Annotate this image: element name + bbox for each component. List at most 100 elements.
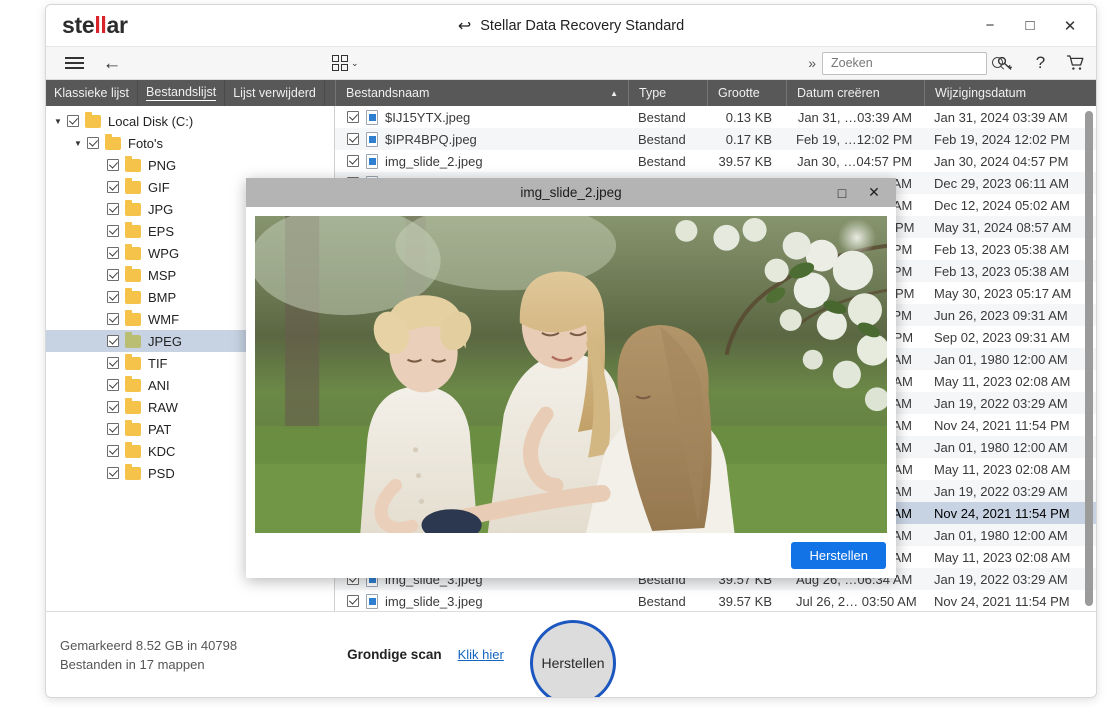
tree-item-png[interactable]: PNG bbox=[46, 154, 334, 176]
tree-item-label: PSD bbox=[148, 465, 175, 481]
tree-item-checkbox[interactable] bbox=[107, 291, 119, 303]
dialog-close-button[interactable]: ✕ bbox=[858, 178, 890, 207]
file-created-cell: Jul 26, 2… 03:50 AM bbox=[796, 593, 917, 609]
folder-icon bbox=[125, 243, 141, 260]
tab-bestandslijst[interactable]: Bestandslijst bbox=[138, 80, 226, 106]
dialog-recover-button[interactable]: Herstellen bbox=[791, 542, 886, 569]
search-box[interactable] bbox=[822, 51, 1003, 75]
folder-icon bbox=[125, 309, 141, 326]
file-checkbox[interactable] bbox=[347, 133, 359, 145]
tree-item-checkbox[interactable] bbox=[107, 335, 119, 347]
image-preview-dialog: img_slide_2.jpeg □ ✕ Herstellen bbox=[246, 178, 896, 578]
file-list-scrollbar[interactable] bbox=[1085, 108, 1093, 613]
close-button[interactable]: ✕ bbox=[1050, 9, 1090, 43]
folder-icon bbox=[125, 221, 141, 238]
file-checkbox[interactable] bbox=[347, 595, 359, 607]
table-row[interactable]: img_slide_3.jpeg Bestand 39.57 KB Jul 26, 2… bbox=[335, 590, 1096, 612]
file-checkbox[interactable] bbox=[347, 155, 359, 167]
tree-item-local-disk-c[interactable]: ▼ Local Disk (C:) bbox=[46, 110, 334, 132]
tree-item-checkbox[interactable] bbox=[107, 379, 119, 391]
file-type-cell: Bestand bbox=[638, 109, 686, 125]
grid-view-icon[interactable]: ⌄ bbox=[332, 55, 359, 71]
tree-item-checkbox[interactable] bbox=[67, 115, 79, 127]
file-name-label: img_slide_2.jpeg bbox=[385, 153, 483, 169]
file-checkbox[interactable] bbox=[347, 111, 359, 123]
tree-item-checkbox[interactable] bbox=[107, 423, 119, 435]
folder-icon bbox=[85, 111, 101, 128]
expand-more-icon[interactable]: » bbox=[802, 55, 820, 71]
tree-item-checkbox[interactable] bbox=[87, 137, 99, 149]
file-type-cell: Bestand bbox=[638, 593, 686, 609]
marked-summary-line2: Bestanden in 17 mappen bbox=[60, 656, 205, 672]
file-type-cell: Bestand bbox=[638, 131, 686, 147]
dialog-title-bar: img_slide_2.jpeg □ ✕ bbox=[246, 178, 896, 207]
file-modified-cell: Dec 29, 2023 06:11 AM bbox=[934, 175, 1069, 191]
folder-icon bbox=[125, 463, 141, 480]
tree-item-label: EPS bbox=[148, 223, 175, 239]
table-row[interactable]: img_slide_2.jpeg Bestand 39.57 KB Jan 30, …… bbox=[335, 150, 1096, 172]
cart-icon[interactable] bbox=[1059, 49, 1092, 77]
file-modified-cell: Nov 24, 2021 11:54 PM bbox=[934, 593, 1070, 609]
folder-icon bbox=[125, 375, 141, 392]
image-file-icon bbox=[366, 153, 378, 169]
tree-item-label: WPG bbox=[148, 245, 180, 261]
tree-item-checkbox[interactable] bbox=[107, 203, 119, 215]
dialog-maximize-button[interactable]: □ bbox=[826, 178, 858, 207]
minimize-button[interactable]: − bbox=[970, 9, 1010, 43]
column-header-wijzigingsdatum[interactable]: Wijzigingsdatum bbox=[924, 80, 1096, 106]
toolbar-right-group: » ? bbox=[802, 49, 1092, 77]
tree-item-checkbox[interactable] bbox=[107, 401, 119, 413]
file-modified-cell: Jan 19, 2022 03:29 AM bbox=[934, 395, 1068, 411]
folder-icon bbox=[125, 441, 141, 458]
file-modified-cell: Jun 26, 2023 09:31 AM bbox=[934, 307, 1068, 323]
tree-item-checkbox[interactable] bbox=[107, 357, 119, 369]
marked-summary: Gemarkeerd 8.52 GB in 40798 Bestanden in… bbox=[60, 636, 237, 674]
file-modified-cell: Sep 02, 2023 09:31 AM bbox=[934, 329, 1070, 345]
tree-item-checkbox[interactable] bbox=[107, 159, 119, 171]
tree-item-checkbox[interactable] bbox=[107, 467, 119, 479]
folder-icon bbox=[125, 331, 141, 348]
file-modified-cell: Jan 01, 1980 12:00 AM bbox=[934, 351, 1068, 367]
tab-lijst-verwijderd[interactable]: Lijst verwijderd bbox=[225, 80, 325, 106]
tree-item-label: GIF bbox=[148, 179, 170, 195]
tree-item-checkbox[interactable] bbox=[107, 225, 119, 237]
deep-scan-link[interactable]: Klik hier bbox=[458, 647, 504, 662]
dialog-image-area bbox=[246, 207, 896, 533]
maximize-button[interactable]: □ bbox=[1010, 9, 1050, 43]
tree-item-checkbox[interactable] bbox=[107, 269, 119, 281]
main-body: ▼ Local Disk (C:) ▼ Foto's PNG GIF JPG EPS WPG MS… bbox=[46, 106, 1096, 626]
column-header-bestandsnaam[interactable]: Bestandsnaam ▲ bbox=[335, 80, 628, 106]
tree-item-checkbox[interactable] bbox=[107, 247, 119, 259]
tree-item-label: JPG bbox=[148, 201, 174, 217]
tree-item-label: BMP bbox=[148, 289, 177, 305]
column-header-bestandsnaam-label: Bestandsnaam bbox=[346, 86, 430, 100]
twisty-expanded-icon[interactable]: ▼ bbox=[54, 117, 67, 126]
folder-icon bbox=[125, 353, 141, 370]
hamburger-menu-icon[interactable] bbox=[54, 54, 94, 72]
column-header-datum-creeren[interactable]: Datum creëren bbox=[786, 80, 924, 106]
dialog-footer: Herstellen bbox=[246, 533, 896, 578]
tree-item-label: ANI bbox=[148, 377, 170, 393]
twisty-expanded-icon[interactable]: ▼ bbox=[74, 139, 87, 148]
file-modified-cell: Jan 31, 2024 03:39 AM bbox=[934, 109, 1068, 125]
column-header-type[interactable]: Type bbox=[628, 80, 707, 106]
tree-item-checkbox[interactable] bbox=[107, 313, 119, 325]
help-icon[interactable]: ? bbox=[1024, 49, 1057, 77]
folder-icon bbox=[125, 287, 141, 304]
window-controls: − □ ✕ bbox=[970, 5, 1090, 46]
folder-icon bbox=[125, 397, 141, 414]
table-row[interactable]: $IPR4BPQ.jpeg Bestand 0.17 KB Feb 19, …12:0… bbox=[335, 128, 1096, 150]
scrollbar-thumb[interactable] bbox=[1085, 111, 1093, 606]
tree-item-checkbox[interactable] bbox=[107, 181, 119, 193]
back-button[interactable]: ← bbox=[94, 54, 130, 73]
tree-item-foto-s[interactable]: ▼ Foto's bbox=[46, 132, 334, 154]
image-file-icon bbox=[366, 593, 378, 609]
tree-item-checkbox[interactable] bbox=[107, 445, 119, 457]
column-header-grootte[interactable]: Grootte bbox=[707, 80, 786, 106]
table-row[interactable]: $IJ15YTX.jpeg Bestand 0.13 KB Jan 31, …03:3… bbox=[335, 106, 1096, 128]
tree-item-label: MSP bbox=[148, 267, 177, 283]
recover-button[interactable]: Herstellen bbox=[530, 620, 616, 697]
search-input[interactable] bbox=[831, 56, 992, 70]
tab-klassieke-lijst[interactable]: Klassieke lijst bbox=[46, 80, 139, 106]
chevron-down-icon: ⌄ bbox=[351, 57, 359, 68]
